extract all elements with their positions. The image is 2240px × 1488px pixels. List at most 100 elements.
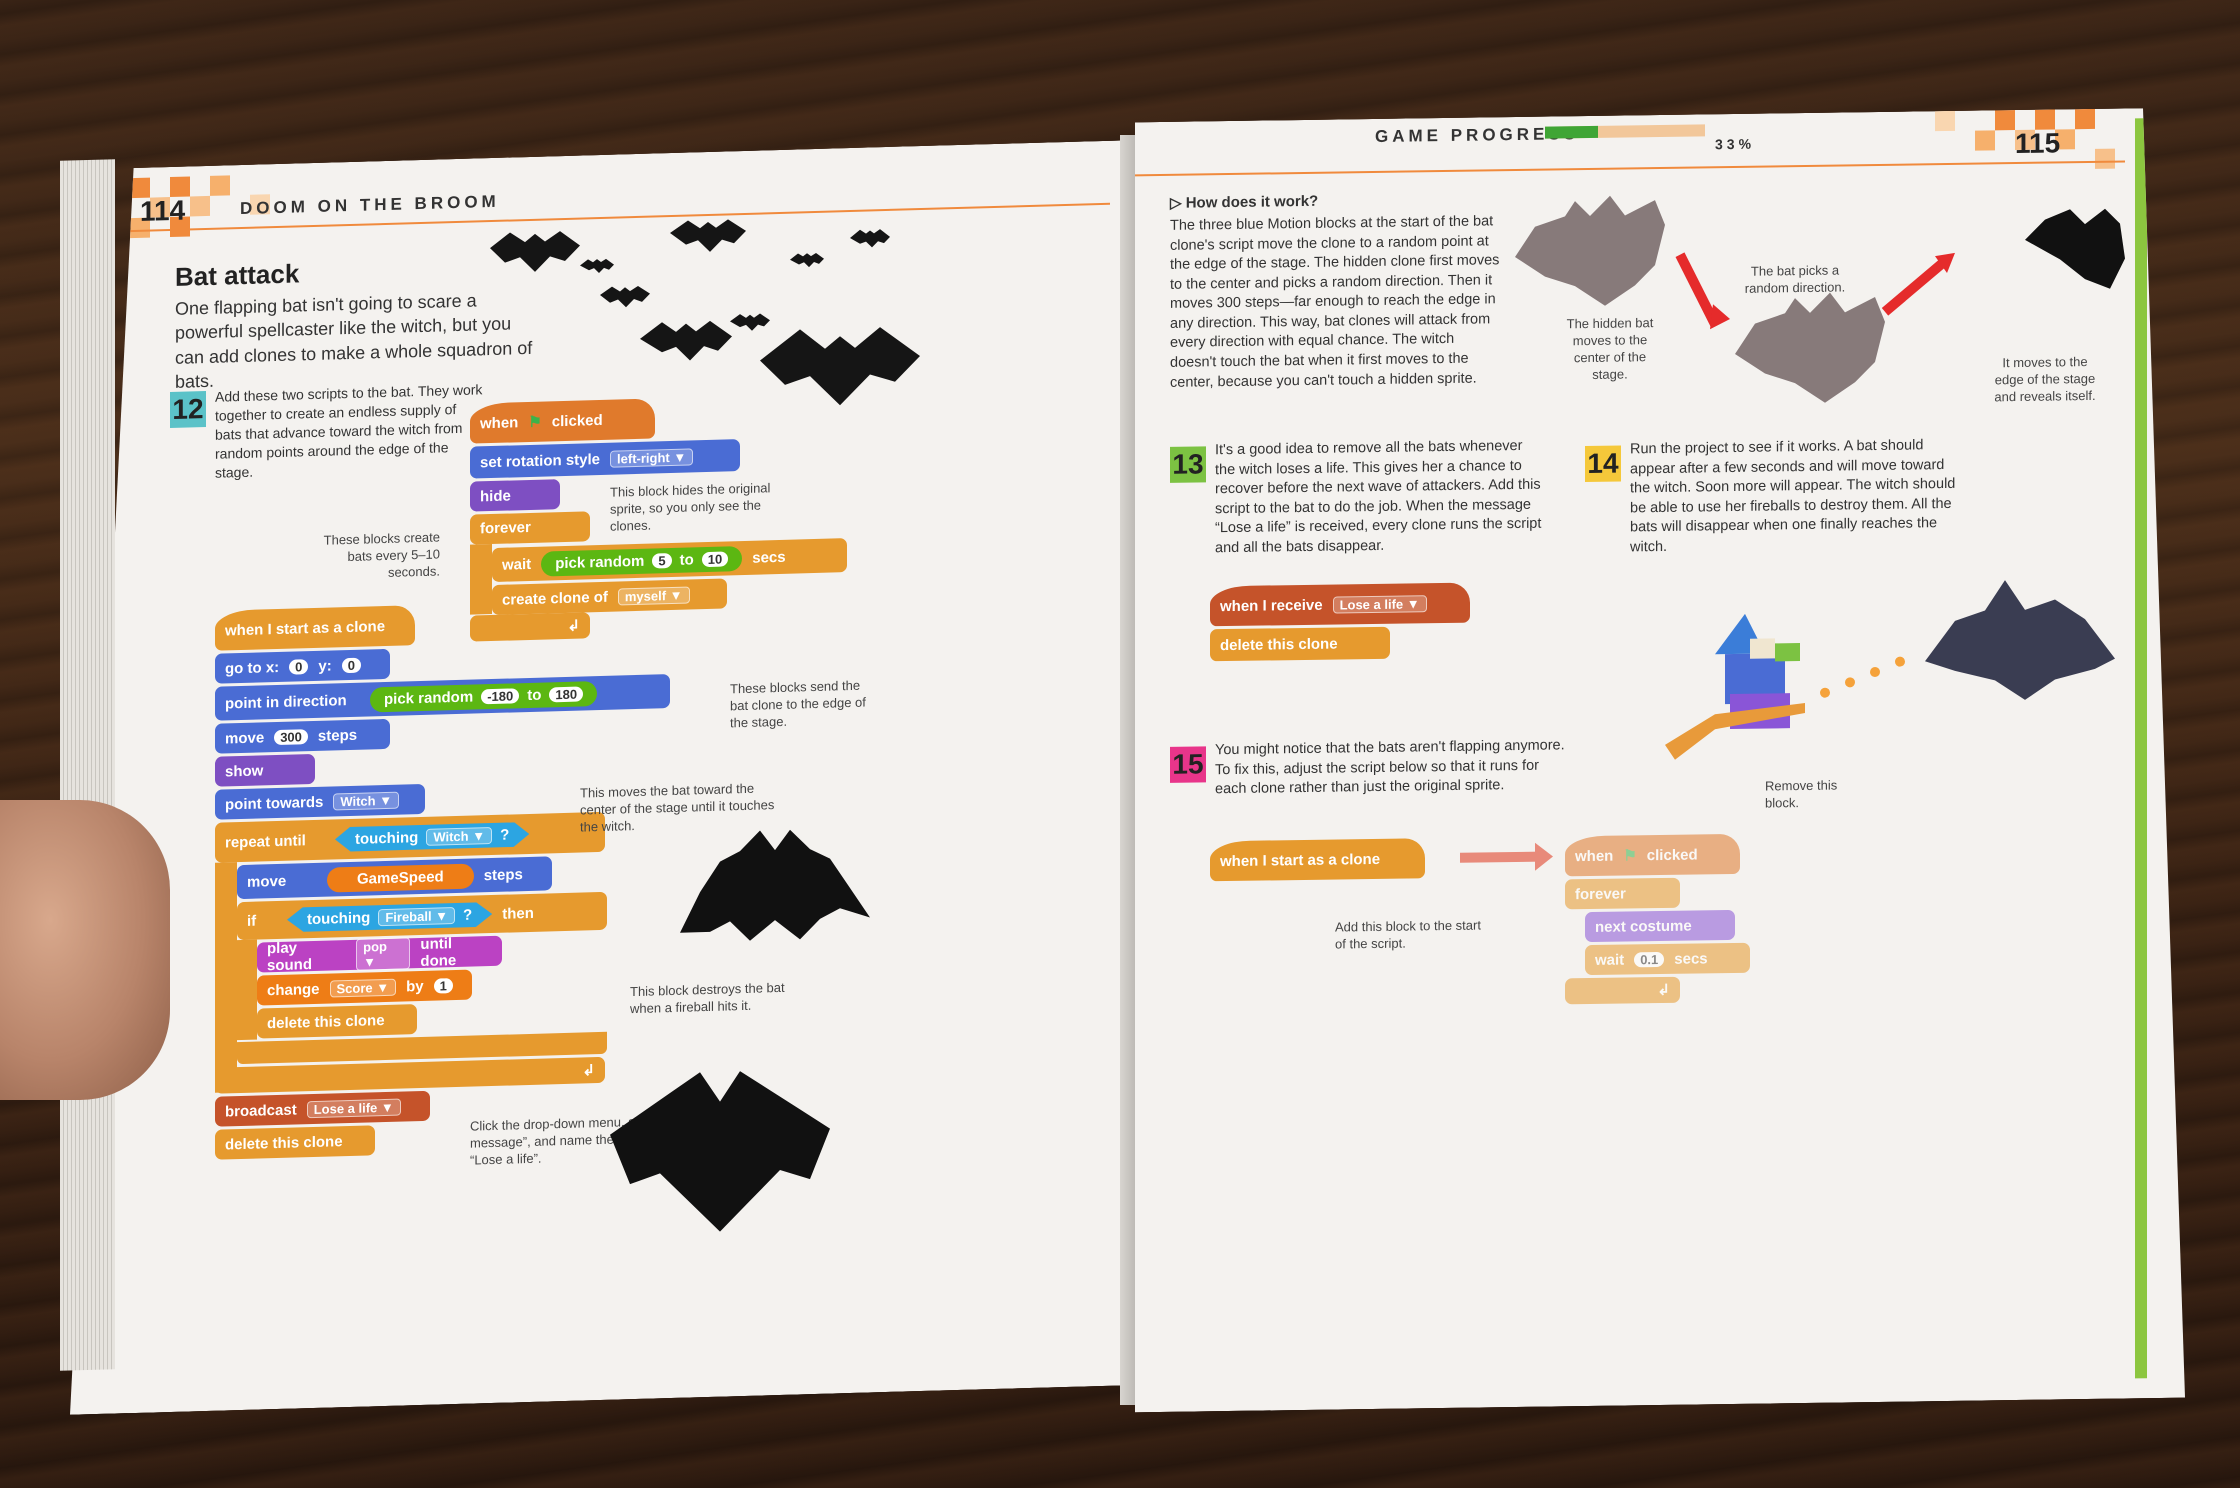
block-when-i-receive: when I receive Lose a life ▼ <box>1210 583 1470 627</box>
how-text: The three blue Motion blocks at the star… <box>1170 213 1500 391</box>
block-change-score: change Score ▼ by 1 <box>257 970 472 1006</box>
step-15-text: You might notice that the bats aren't fl… <box>1215 737 1565 798</box>
forever-end: ↲ <box>470 612 590 641</box>
forever-end-old: ↲ <box>1565 977 1680 1005</box>
start-clone-label: when I start as a clone <box>1220 850 1381 870</box>
by-label: by <box>406 977 424 995</box>
note-toward: This moves the bat toward the center of … <box>580 780 775 835</box>
start-clone-label: when I start as a clone <box>225 617 386 639</box>
note-reveals: It moves to the edge of the stage and re… <box>1994 354 2096 405</box>
progress-track <box>1545 124 1705 138</box>
dir-from: -180 <box>481 688 519 704</box>
note-remove-block: Remove this block. <box>1765 777 1838 811</box>
step-14-number: 14 <box>1585 446 1621 483</box>
page-number-115: 115 <box>2015 127 2061 160</box>
create-clone-label: create clone of <box>502 588 608 609</box>
go-to-label: go to x: <box>225 658 280 677</box>
pixel-bat-large <box>680 827 870 962</box>
pick-random-label: pick random <box>555 552 645 572</box>
how-title: ▷ How does it work? <box>1170 192 1319 212</box>
move-label: move <box>225 728 265 747</box>
block-move-gamespeed: move GameSpeed steps <box>237 856 552 899</box>
when-receive-label: when I receive <box>1220 596 1323 615</box>
steps-label: steps <box>317 726 358 745</box>
touching-witch-boolean: touching Witch ▼ ? <box>335 821 529 851</box>
block-broadcast: broadcast Lose a life ▼ <box>215 1091 430 1127</box>
pick-random-label: pick random <box>384 688 474 708</box>
dir-to: 180 <box>549 686 583 702</box>
clicked-label: clicked <box>1646 845 1698 864</box>
step-15-number: 15 <box>1170 746 1206 783</box>
if-label: if <box>247 912 257 930</box>
progress-percent: 33% <box>1715 135 1756 153</box>
move-steps-value: 300 <box>274 729 308 745</box>
go-y-value: 0 <box>342 657 361 673</box>
witch-vs-bat-illustration <box>1655 579 2125 786</box>
touching-label: touching <box>355 828 419 848</box>
secs-label: secs <box>752 548 786 567</box>
right-page: GAME PROGRESS 33% 115 ▷ How does it work… <box>1135 108 2185 1413</box>
bat-path-diagram <box>1515 178 2135 447</box>
towards-dropdown: Witch ▼ <box>333 791 399 810</box>
section-title: Bat attack <box>175 258 300 292</box>
block-when-flag-clicked-old: when ⚑ clicked <box>1565 834 1740 876</box>
block-delete-clone-13: delete this clone <box>1210 627 1390 662</box>
gamespeed-variable: GameSpeed <box>327 863 474 892</box>
if-arm <box>237 940 257 1041</box>
to-label: to <box>527 686 542 704</box>
question-mark: ? <box>463 906 473 924</box>
block-repeat-until: repeat until touching Witch ▼ ? <box>215 812 605 863</box>
play-sound-label: play sound <box>267 939 312 975</box>
secs-label: secs <box>1674 949 1708 968</box>
block-show: show <box>215 754 315 787</box>
clone-target-dropdown: myself ▼ <box>618 586 690 605</box>
then-label: then <box>502 904 534 923</box>
block-when-start-as-clone: when I start as a clone <box>215 605 415 651</box>
when-label: when <box>480 413 519 432</box>
message-dropdown: Lose a life ▼ <box>307 1098 401 1118</box>
delete-clone-label: delete this clone <box>225 1132 343 1153</box>
when-label: when <box>1575 847 1614 865</box>
wait-label: wait <box>502 555 532 574</box>
note-hidden-bat: The hidden bat moves to the center of th… <box>1566 315 1654 382</box>
loop-arrow-icon: ↲ <box>567 617 580 635</box>
rotation-dropdown: left-right ▼ <box>610 448 693 467</box>
forever-label: forever <box>480 518 531 538</box>
step-12-text: Add these two scripts to the bat. They w… <box>215 381 483 481</box>
open-book: 114 DOOM ON THE BROOM Bat attack One fla… <box>60 115 2190 1415</box>
progress-fill <box>1545 126 1598 139</box>
step-14-text: Run the project to see if it works. A ba… <box>1630 437 1956 556</box>
wait-label: wait <box>1595 951 1625 969</box>
block-when-flag-clicked: when ⚑ clicked <box>470 398 655 443</box>
wait-value: 0.1 <box>1634 951 1664 966</box>
page-edge-tab <box>2135 118 2147 1378</box>
set-rotation-label: set rotation style <box>480 450 601 471</box>
block-play-sound: play sound pop ▼ until done <box>257 936 502 973</box>
block-move-300: move 300 steps <box>215 719 390 754</box>
block-wait-random: wait pick random 5 to 10 secs <box>492 538 847 582</box>
touching-label: touching <box>307 908 371 928</box>
step-13-text: It's a good idea to remove all the bats … <box>1215 437 1542 557</box>
random-from: 5 <box>652 552 671 568</box>
block-if-touching-fireball: if touching Fireball ▼ ? then <box>237 892 607 940</box>
block-set-rotation-style: set rotation style left-right ▼ <box>470 439 740 479</box>
repeat-arm <box>215 862 237 1093</box>
change-label: change <box>267 980 320 999</box>
replace-arrow-shaft <box>1460 852 1540 863</box>
repeat-until-label: repeat until <box>225 831 306 851</box>
pixel-bat-bottom <box>610 1069 830 1235</box>
pick-random-direction: pick random -180 to 180 <box>370 681 597 712</box>
until-done-label: until done <box>420 935 457 971</box>
witch-dropdown: Witch ▼ <box>426 827 492 846</box>
block-hide: hide <box>470 479 560 512</box>
block-next-costume: next costume <box>1585 910 1735 942</box>
page-number-114: 114 <box>140 194 186 227</box>
green-flag-icon: ⚑ <box>1623 847 1637 865</box>
go-x-value: 0 <box>289 659 308 675</box>
forever-arm <box>470 544 492 615</box>
steps-label: steps <box>483 865 523 884</box>
point-dir-label: point in direction <box>225 691 347 712</box>
block-create-clone: create clone of myself ▼ <box>492 578 727 615</box>
page-stack-left <box>60 159 115 1371</box>
touching-fireball-boolean: touching Fireball ▼ ? <box>287 902 492 933</box>
